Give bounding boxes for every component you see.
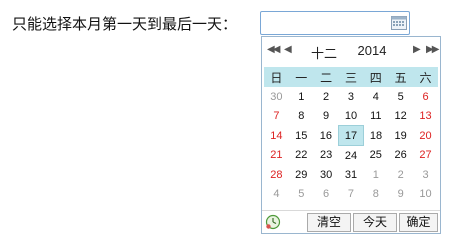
picker-footer: 清空 今天 确定: [262, 210, 440, 233]
day-cell: 30: [270, 90, 283, 103]
calendar-icon[interactable]: [391, 15, 407, 30]
clock-icon[interactable]: [265, 214, 281, 230]
day-cell[interactable]: 19: [388, 126, 413, 146]
day-cell[interactable]: 30: [314, 165, 339, 184]
day-cell[interactable]: 1: [289, 87, 314, 106]
day-cell[interactable]: 3: [339, 87, 364, 106]
prev-year-icon[interactable]: ◀◀: [267, 43, 280, 57]
week-row: 21 22 23 24 25 26 27: [264, 146, 438, 166]
next-month-icon[interactable]: ▶: [413, 43, 421, 57]
day-cell[interactable]: 8: [289, 106, 314, 126]
week-row: 4 5 6 7 8 9 10: [264, 184, 438, 203]
day-cell[interactable]: 4: [363, 87, 388, 106]
day-cell[interactable]: 16: [314, 126, 339, 146]
day-cell[interactable]: 29: [289, 165, 314, 184]
clear-button[interactable]: 清空: [307, 213, 351, 232]
day-cell[interactable]: 9: [314, 106, 339, 126]
day-cell: 3: [422, 168, 429, 181]
year-selector[interactable]: 2014: [354, 43, 390, 58]
day-cell[interactable]: 22: [289, 146, 314, 166]
day-cell[interactable]: 14: [264, 126, 289, 146]
calendar-grid: 日 一 二 三 四 五 六 30 1 2 3 4 5 6 7 8 9 10 11…: [264, 67, 438, 203]
day-cell[interactable]: 23: [314, 146, 339, 166]
page: 只能选择本月第一天到最后一天： ◀◀ ◀ 十二 2014 ▶ ▶▶ 日 一 二 …: [0, 0, 474, 243]
date-input[interactable]: [261, 12, 397, 34]
week-row: 14 15 16 17 18 19 20: [264, 125, 438, 146]
weekday-header: 四: [363, 67, 389, 87]
today-button[interactable]: 今天: [353, 213, 397, 232]
prev-month-icon[interactable]: ◀: [284, 43, 292, 57]
day-cell: 7: [347, 187, 355, 200]
day-cell[interactable]: 7: [264, 106, 289, 126]
day-cell[interactable]: 31: [339, 165, 364, 184]
day-cell[interactable]: 24: [339, 146, 364, 166]
next-year-icon[interactable]: ▶▶: [426, 43, 439, 57]
day-cell: 6: [323, 187, 330, 200]
day-cell: 1: [372, 168, 379, 181]
day-cell[interactable]: 26: [388, 146, 413, 166]
day-cell: 4: [273, 187, 280, 200]
day-cell[interactable]: 13: [413, 106, 438, 126]
day-cell[interactable]: 12: [388, 106, 413, 126]
week-row: 28 29 30 31 1 2 3: [264, 165, 438, 184]
day-cell[interactable]: 20: [413, 126, 438, 146]
day-cell[interactable]: 5: [388, 87, 413, 106]
day-cell: 5: [298, 187, 305, 200]
weekday-header: 日: [264, 67, 289, 87]
day-cell[interactable]: 21: [264, 146, 289, 166]
weekday-header: 六: [413, 67, 438, 87]
picker-header: ◀◀ ◀ 十二 2014 ▶ ▶▶: [262, 37, 440, 65]
day-cell: 2: [397, 168, 404, 181]
day-cell[interactable]: 18: [363, 126, 388, 146]
day-cell[interactable]: 11: [363, 106, 388, 126]
weekday-header: 五: [388, 67, 414, 87]
week-row: 30 1 2 3 4 5 6: [264, 87, 438, 106]
date-range-label: 只能选择本月第一天到最后一天：: [12, 15, 238, 33]
date-picker-popup: ◀◀ ◀ 十二 2014 ▶ ▶▶ 日 一 二 三 四 五 六 30 1 2 3…: [261, 36, 441, 234]
month-selector[interactable]: 十二: [310, 43, 338, 62]
day-cell[interactable]: 27: [413, 146, 438, 166]
weekday-header: 三: [338, 67, 364, 87]
date-input-box[interactable]: [260, 11, 410, 35]
weekday-header: 二: [313, 67, 339, 87]
day-cell[interactable]: 15: [289, 126, 314, 146]
day-cell[interactable]: 2: [314, 87, 339, 106]
day-cell: 8: [372, 187, 379, 200]
day-cell[interactable]: 10: [339, 106, 364, 126]
day-cell: 10: [419, 187, 432, 200]
ok-button[interactable]: 确定: [399, 213, 438, 232]
day-cell[interactable]: 6: [413, 87, 438, 106]
day-cell: 9: [397, 187, 404, 200]
week-row: 7 8 9 10 11 12 13: [264, 106, 438, 126]
day-cell[interactable]: 28: [264, 165, 289, 184]
selected-day-cell[interactable]: 17: [338, 125, 364, 146]
weekday-header-row: 日 一 二 三 四 五 六: [264, 67, 438, 87]
day-cell[interactable]: 25: [363, 146, 388, 166]
weekday-header: 一: [288, 67, 314, 87]
